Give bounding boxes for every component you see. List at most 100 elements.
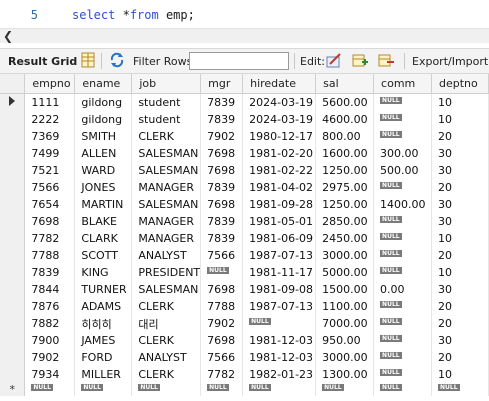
table-cell[interactable]: 2850.00 — [315, 213, 375, 230]
table-cell[interactable]: NULL — [315, 383, 375, 396]
table-cell[interactable]: NULL — [373, 247, 432, 264]
table-cell[interactable]: NULL — [74, 383, 133, 396]
row-header[interactable] — [0, 366, 26, 383]
table-cell[interactable]: student — [131, 111, 202, 128]
table-cell[interactable]: 20 — [431, 128, 489, 145]
result-grid-tab[interactable]: Result Grid — [8, 55, 77, 68]
row-header[interactable] — [0, 332, 26, 349]
table-cell[interactable]: JONES — [74, 179, 133, 196]
table-cell[interactable]: 7876 — [24, 298, 76, 315]
table-cell[interactable]: NULL — [373, 230, 432, 247]
table-cell[interactable]: WARD — [74, 162, 133, 179]
table-cell[interactable]: MANAGER — [131, 230, 202, 247]
table-cell[interactable]: 1981-12-03 — [242, 332, 317, 349]
table-cell[interactable]: 7698 — [200, 332, 244, 349]
table-cell[interactable]: 7839 — [200, 230, 244, 247]
table-cell[interactable]: MANAGER — [131, 213, 202, 230]
table-cell[interactable]: 10 — [431, 111, 489, 128]
table-cell[interactable]: 30 — [431, 145, 489, 162]
table-cell[interactable]: 7839 — [24, 264, 76, 281]
table-row[interactable]: 7882 히히히 대리 7902 NULL 7000.00 NULL 20 — [0, 315, 489, 332]
table-cell[interactable]: 1987-07-13 — [242, 298, 317, 315]
table-row[interactable]: 7521 WARD SALESMAN 7698 1981-02-22 1250.00 500… — [0, 162, 489, 179]
table-cell[interactable]: 30 — [431, 213, 489, 230]
table-cell[interactable]: 7000.00 — [315, 315, 375, 332]
row-header[interactable] — [0, 128, 26, 145]
column-header[interactable]: empno — [24, 74, 76, 94]
sql-code-line[interactable]: select *from emp; — [72, 8, 195, 22]
table-cell[interactable]: 30 — [431, 332, 489, 349]
table-cell[interactable]: 1500.00 — [315, 281, 375, 298]
column-header[interactable]: deptno — [431, 74, 489, 94]
table-cell[interactable]: 7934 — [24, 366, 76, 383]
table-cell[interactable]: NULL — [242, 315, 317, 332]
row-header[interactable] — [0, 298, 26, 315]
table-cell[interactable]: 20 — [431, 315, 489, 332]
table-cell[interactable]: BLAKE — [74, 213, 133, 230]
table-row[interactable]: 2222 gildong student 7839 2024-03-19 4600.00 N… — [0, 111, 489, 128]
table-cell[interactable]: 2024-03-19 — [242, 93, 317, 111]
table-cell[interactable]: 1600.00 — [315, 145, 375, 162]
table-row[interactable]: 7844 TURNER SALESMAN 7698 1981-09-08 1500.00 0… — [0, 281, 489, 298]
table-cell[interactable]: 950.00 — [315, 332, 375, 349]
table-cell[interactable]: SALESMAN — [131, 281, 202, 298]
table-cell[interactable]: 7782 — [200, 366, 244, 383]
column-header[interactable]: mgr — [200, 74, 244, 94]
table-cell[interactable]: NULL — [373, 93, 432, 111]
table-cell[interactable]: 7654 — [24, 196, 76, 213]
table-row[interactable]: 7499 ALLEN SALESMAN 7698 1981-02-20 1600.00 30… — [0, 145, 489, 162]
table-cell[interactable]: NULL — [373, 366, 432, 383]
table-cell[interactable]: ANALYST — [131, 247, 202, 264]
table-cell[interactable]: SALESMAN — [131, 196, 202, 213]
table-cell[interactable]: KING — [74, 264, 133, 281]
table-cell[interactable]: PRESIDENT — [131, 264, 202, 281]
table-cell[interactable]: 7698 — [200, 145, 244, 162]
table-cell[interactable]: JAMES — [74, 332, 133, 349]
row-header[interactable] — [0, 93, 26, 111]
editor-horizontal-scrollbar[interactable]: ❮ — [0, 28, 489, 43]
table-cell[interactable]: NULL — [373, 128, 432, 145]
table-cell[interactable]: SCOTT — [74, 247, 133, 264]
row-header[interactable] — [0, 264, 26, 281]
table-cell[interactable]: NULL — [200, 264, 244, 281]
table-cell[interactable]: CLERK — [131, 298, 202, 315]
table-cell[interactable]: 20 — [431, 298, 489, 315]
table-cell[interactable]: NULL — [373, 213, 432, 230]
new-row[interactable]: * NULL NULL NULL NULL NULL NULL NULL NULL — [0, 383, 489, 396]
row-header[interactable] — [0, 281, 26, 298]
table-cell[interactable]: 7566 — [200, 349, 244, 366]
table-cell[interactable]: 히히히 — [74, 315, 133, 332]
table-cell[interactable]: 3000.00 — [315, 247, 375, 264]
table-cell[interactable]: 1980-12-17 — [242, 128, 317, 145]
table-cell[interactable]: 7698 — [200, 281, 244, 298]
table-row[interactable]: 7566 JONES MANAGER 7839 1981-04-02 2975.00 NUL… — [0, 179, 489, 196]
table-cell[interactable]: MILLER — [74, 366, 133, 383]
table-cell[interactable]: 7566 — [24, 179, 76, 196]
table-cell[interactable]: MARTIN — [74, 196, 133, 213]
row-header[interactable] — [0, 349, 26, 366]
column-header[interactable]: sal — [315, 74, 375, 94]
table-cell[interactable]: 10 — [431, 93, 489, 111]
table-cell[interactable]: 7900 — [24, 332, 76, 349]
table-cell[interactable]: NULL — [373, 332, 432, 349]
table-cell[interactable]: 1987-07-13 — [242, 247, 317, 264]
table-cell[interactable]: 7902 — [200, 128, 244, 145]
table-cell[interactable]: 30 — [431, 162, 489, 179]
table-cell[interactable]: 1250.00 — [315, 162, 375, 179]
table-cell[interactable]: MANAGER — [131, 179, 202, 196]
table-cell[interactable]: 2024-03-19 — [242, 111, 317, 128]
edit-row-icon[interactable] — [326, 52, 342, 68]
table-cell[interactable]: 800.00 — [315, 128, 375, 145]
sql-editor[interactable]: 5 select *from emp; ❮ — [0, 0, 489, 46]
table-cell[interactable]: 1981-09-08 — [242, 281, 317, 298]
row-header[interactable] — [0, 196, 26, 213]
table-cell[interactable]: 5000.00 — [315, 264, 375, 281]
filter-rows-input[interactable] — [189, 52, 289, 70]
table-cell[interactable]: 7566 — [200, 247, 244, 264]
table-cell[interactable]: FORD — [74, 349, 133, 366]
table-cell[interactable]: NULL — [431, 383, 489, 396]
column-header[interactable]: hiredate — [242, 74, 317, 94]
table-cell[interactable]: ADAMS — [74, 298, 133, 315]
table-cell[interactable]: 2450.00 — [315, 230, 375, 247]
table-cell[interactable]: 1982-01-23 — [242, 366, 317, 383]
